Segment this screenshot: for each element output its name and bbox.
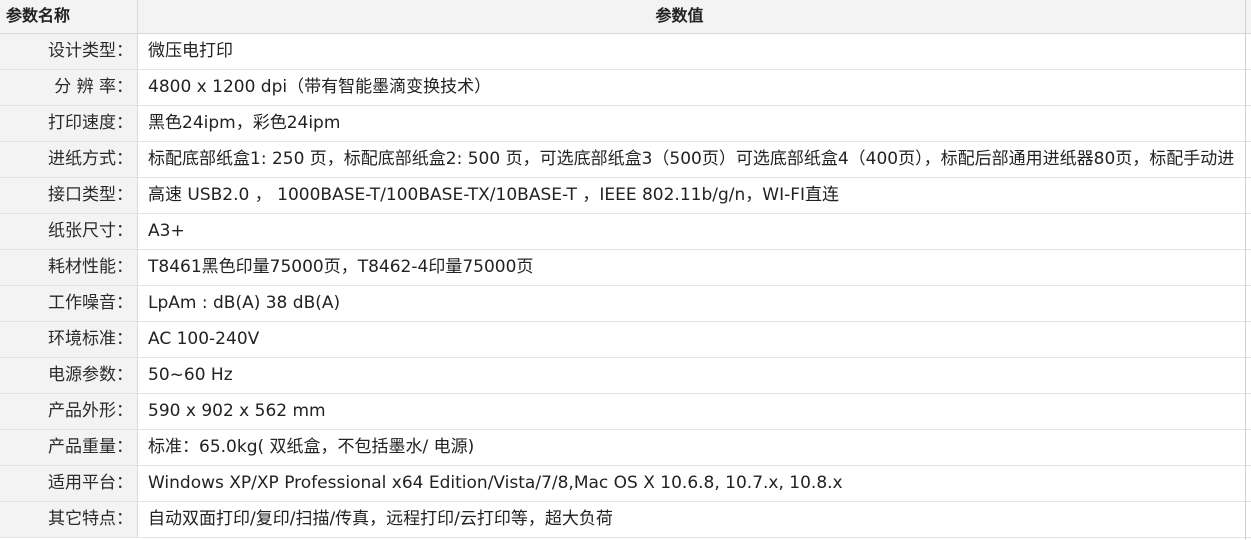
- param-name: 纸张尺寸：: [0, 214, 138, 249]
- table-row: 其它特点： 自动双面打印/复印/扫描/传真，远程打印/云打印等，超大负荷: [0, 502, 1251, 538]
- param-value: A3+: [148, 221, 185, 241]
- param-value: 高速 USB2.0 ， 1000BASE-T/100BASE-TX/10BASE…: [148, 185, 840, 205]
- param-value: 50~60 Hz: [148, 365, 233, 385]
- table-row: 电源参数： 50~60 Hz: [0, 358, 1251, 394]
- header-param-value: 参数值: [655, 6, 704, 25]
- param-value: LpAm : dB(A) 38 dB(A): [148, 293, 341, 313]
- param-name: 环境标准：: [0, 322, 138, 357]
- param-value: 自动双面打印/复印/扫描/传真，远程打印/云打印等，超大负荷: [148, 509, 613, 529]
- param-value: 微压电打印: [148, 41, 233, 61]
- spec-table: 参数名称 参数值 设计类型： 微压电打印 分 辨 率： 4800 x 1200 …: [0, 0, 1251, 540]
- param-value: 590 x 902 x 562 mm: [148, 401, 326, 421]
- table-row: 产品重量： 标准：65.0kg( 双纸盒，不包括墨水/ 电源): [0, 430, 1251, 466]
- table-right-border: [1245, 0, 1246, 540]
- param-name: 产品外形：: [0, 394, 138, 429]
- param-name: 进纸方式：: [0, 142, 138, 177]
- param-value: T8461黑色印量75000页，T8462-4印量75000页: [148, 257, 534, 277]
- param-value: 标准：65.0kg( 双纸盒，不包括墨水/ 电源): [148, 437, 475, 457]
- param-value: 4800 x 1200 dpi（带有智能墨滴变换技术）: [148, 77, 492, 97]
- param-name: 设计类型：: [0, 34, 138, 69]
- param-name: 接口类型：: [0, 178, 138, 213]
- param-name: 适用平台：: [0, 466, 138, 501]
- table-row: 进纸方式： 标配底部纸盒1: 250 页，标配底部纸盒2: 500 页，可选底部…: [0, 142, 1251, 178]
- header-param-name: 参数名称: [0, 0, 138, 33]
- table-row: 设计类型： 微压电打印: [0, 34, 1251, 70]
- table-row: 环境标准： AC 100-240V: [0, 322, 1251, 358]
- param-name: 产品重量：: [0, 430, 138, 465]
- table-row: 产品外形： 590 x 902 x 562 mm: [0, 394, 1251, 430]
- param-value: 标配底部纸盒1: 250 页，标配底部纸盒2: 500 页，可选底部纸盒3（50…: [148, 149, 1235, 169]
- table-row: 纸张尺寸： A3+: [0, 214, 1251, 250]
- table-row: 适用平台： Windows XP/XP Professional x64 Edi…: [0, 466, 1251, 502]
- param-name: 工作噪音：: [0, 286, 138, 321]
- table-header: 参数名称 参数值: [0, 0, 1251, 34]
- param-value: 黑色24ipm，彩色24ipm: [148, 113, 341, 133]
- table-body: 设计类型： 微压电打印 分 辨 率： 4800 x 1200 dpi（带有智能墨…: [0, 34, 1251, 538]
- table-row: 打印速度： 黑色24ipm，彩色24ipm: [0, 106, 1251, 142]
- table-row: 分 辨 率： 4800 x 1200 dpi（带有智能墨滴变换技术）: [0, 70, 1251, 106]
- param-name: 分 辨 率：: [0, 70, 138, 105]
- table-row: 耗材性能： T8461黑色印量75000页，T8462-4印量75000页: [0, 250, 1251, 286]
- param-value: Windows XP/XP Professional x64 Edition/V…: [148, 473, 843, 493]
- table-row: 接口类型： 高速 USB2.0 ， 1000BASE-T/100BASE-TX/…: [0, 178, 1251, 214]
- param-value: AC 100-240V: [148, 329, 260, 349]
- param-name: 打印速度：: [0, 106, 138, 141]
- param-name: 电源参数：: [0, 358, 138, 393]
- table-row: 工作噪音： LpAm : dB(A) 38 dB(A): [0, 286, 1251, 322]
- param-name: 耗材性能：: [0, 250, 138, 285]
- param-name: 其它特点：: [0, 502, 138, 537]
